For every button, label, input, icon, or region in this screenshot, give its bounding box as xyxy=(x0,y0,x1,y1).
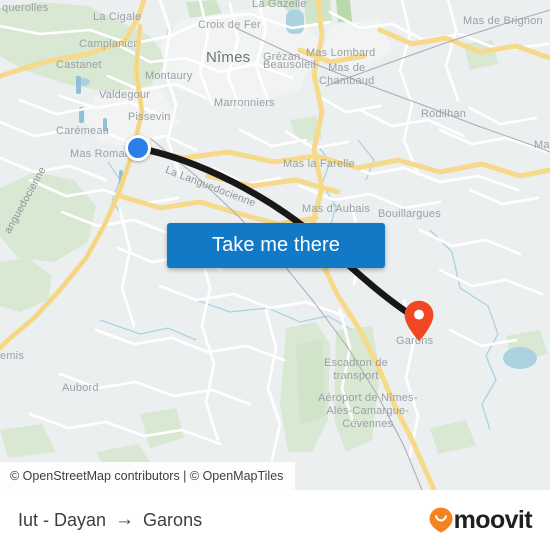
map-attribution: © OpenStreetMap contributors | © OpenMap… xyxy=(0,462,296,490)
moovit-wordmark: moovit xyxy=(453,505,533,534)
route-origin-label: Iut - Dayan xyxy=(18,509,107,530)
map-pin-icon xyxy=(404,300,434,342)
route-summary: Iut - Dayan → Garons xyxy=(18,509,202,531)
origin-marker-dot[interactable] xyxy=(125,135,151,161)
moovit-pin-icon xyxy=(429,507,453,533)
footer-bar: Iut - Dayan → Garons moovit xyxy=(0,490,550,550)
arrow-right-icon: → xyxy=(115,509,135,530)
map-canvas[interactable]: querolles La Cigale La Gazelle Croix de Fer… xyxy=(0,0,550,490)
take-me-there-button[interactable]: Take me there xyxy=(167,223,385,268)
destination-marker-pin[interactable] xyxy=(404,300,434,342)
attribution-text[interactable]: © OpenStreetMap contributors | © OpenMap… xyxy=(10,469,283,483)
moovit-logo[interactable]: moovit xyxy=(429,505,533,535)
route-destination-label: Garons xyxy=(143,509,203,530)
map-route-preview: querolles La Cigale La Gazelle Croix de Fer… xyxy=(0,0,550,550)
